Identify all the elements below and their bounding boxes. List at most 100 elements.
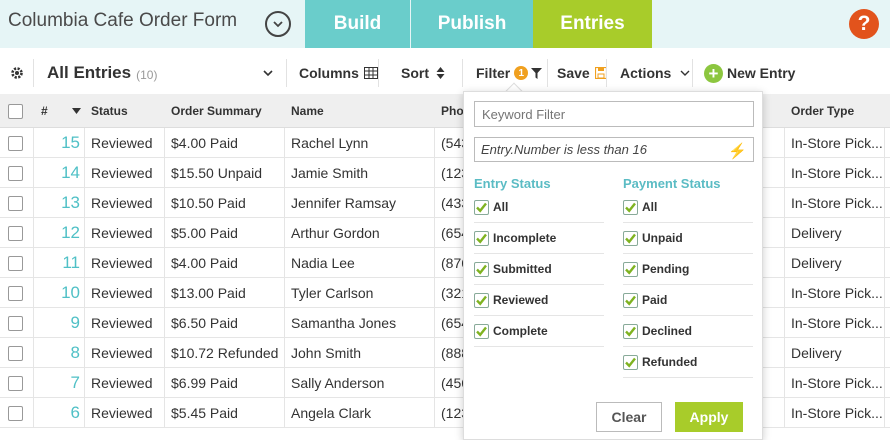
entry-status-option-reviewed[interactable]: Reviewed [474,285,604,316]
order-summary: $13.00 Paid [171,285,246,301]
cell-divider [784,368,785,398]
payment-status-option-all[interactable]: All [623,192,753,223]
order-type: In-Store Pick... [791,165,883,181]
sort-button[interactable]: Sort [401,53,445,93]
column-header-number[interactable]: # [41,94,48,128]
order-type: In-Store Pick... [791,375,883,391]
cell-divider [434,338,435,368]
checkbox-checked-icon[interactable] [474,261,489,277]
checkbox-checked-icon[interactable] [474,230,489,246]
toolbar-divider [286,59,287,87]
row-checkbox[interactable] [8,368,23,398]
sort-label: Sort [401,65,429,81]
cell-divider [284,188,285,218]
entry-status: Reviewed [91,315,153,331]
cell-divider [784,308,785,338]
apply-button[interactable]: Apply [675,402,743,432]
actions-label: Actions [620,65,672,81]
select-all-checkbox[interactable] [8,94,23,128]
entry-number[interactable]: 6 [40,398,80,428]
entry-status-option-complete[interactable]: Complete [474,316,604,347]
row-checkbox[interactable] [8,188,23,218]
tab-entries[interactable]: Entries [533,0,652,48]
cell-divider [164,158,165,188]
cell-divider [84,128,85,158]
actions-menu-button[interactable]: Actions [620,53,690,93]
entry-number[interactable]: 13 [40,188,80,218]
row-checkbox[interactable] [8,128,23,158]
column-header-order-type[interactable]: Order Type [791,94,854,128]
checkbox-checked-icon[interactable] [474,292,489,308]
column-header-status[interactable]: Status [91,94,128,128]
sort-descending-icon[interactable] [72,94,81,128]
form-menu-chevron-icon[interactable] [265,11,291,37]
cell-divider [33,308,34,338]
checkbox-checked-icon[interactable] [623,354,638,370]
view-selector[interactable]: All Entries (10) [47,53,157,93]
cell-divider [884,278,885,308]
column-header-order-summary[interactable]: Order Summary [171,94,262,128]
entry-number[interactable]: 12 [40,218,80,248]
save-button[interactable]: Save [557,53,607,93]
checkbox-checked-icon[interactable] [623,323,638,339]
order-summary: $15.50 Unpaid [171,165,263,181]
payment-status-option-label: Declined [642,324,693,338]
checkbox-checked-icon[interactable] [623,230,638,246]
row-checkbox[interactable] [8,278,23,308]
checkbox-checked-icon[interactable] [474,323,489,339]
row-checkbox[interactable] [8,218,23,248]
column-header-name[interactable]: Name [291,94,324,128]
entry-number[interactable]: 11 [40,248,80,278]
entry-number[interactable]: 10 [40,278,80,308]
cell-divider [84,338,85,368]
row-checkbox[interactable] [8,248,23,278]
entry-status-option-submitted[interactable]: Submitted [474,254,604,285]
row-checkbox[interactable] [8,308,23,338]
row-checkbox[interactable] [8,338,23,368]
payment-status-option-refunded[interactable]: Refunded [623,347,753,378]
filter-condition[interactable]: Entry.Number is less than 16 ⚡ [474,137,754,162]
settings-gear-icon[interactable] [10,53,24,93]
checkbox-checked-icon[interactable] [623,292,638,308]
help-icon[interactable]: ? [849,9,879,39]
customer-name: Angela Clark [291,405,372,421]
entry-number[interactable]: 7 [40,368,80,398]
order-type: Delivery [791,345,842,361]
row-checkbox[interactable] [8,398,23,428]
checkbox-checked-icon[interactable] [623,199,638,215]
new-entry-button[interactable]: + New Entry [704,53,795,93]
cell-divider [784,398,785,428]
entry-number[interactable]: 15 [40,128,80,158]
order-summary: $5.00 Paid [171,225,238,241]
checkbox-checked-icon[interactable] [474,199,489,215]
entry-status-option-label: Reviewed [493,293,549,307]
entry-number[interactable]: 8 [40,338,80,368]
order-type: In-Store Pick... [791,315,883,331]
entry-count: (10) [136,67,158,82]
clear-button[interactable]: Clear [596,402,662,432]
entry-number[interactable]: 14 [40,158,80,188]
entry-status-option-label: All [493,200,509,214]
lightning-bolt-icon[interactable]: ⚡ [728,142,747,160]
payment-status-option-pending[interactable]: Pending [623,254,753,285]
entry-status: Reviewed [91,345,153,361]
cell-divider [284,248,285,278]
payment-status-option-declined[interactable]: Declined [623,316,753,347]
cell-divider [284,398,285,428]
entry-status-option-all[interactable]: All [474,192,604,223]
row-checkbox[interactable] [8,158,23,188]
columns-button[interactable]: Columns [299,53,378,93]
entry-number[interactable]: 9 [40,308,80,338]
cell-divider [434,368,435,398]
cell-divider [84,398,85,428]
tab-publish[interactable]: Publish [411,0,533,48]
customer-name: Tyler Carlson [291,285,374,301]
view-chevron-down-icon[interactable] [262,53,274,93]
payment-status-option-paid[interactable]: Paid [623,285,753,316]
checkbox-checked-icon[interactable] [623,261,638,277]
keyword-filter-input[interactable] [474,101,754,127]
entry-status-option-incomplete[interactable]: Incomplete [474,223,604,254]
toolbar-divider [33,59,34,87]
payment-status-option-unpaid[interactable]: Unpaid [623,223,753,254]
tab-build[interactable]: Build [305,0,410,48]
